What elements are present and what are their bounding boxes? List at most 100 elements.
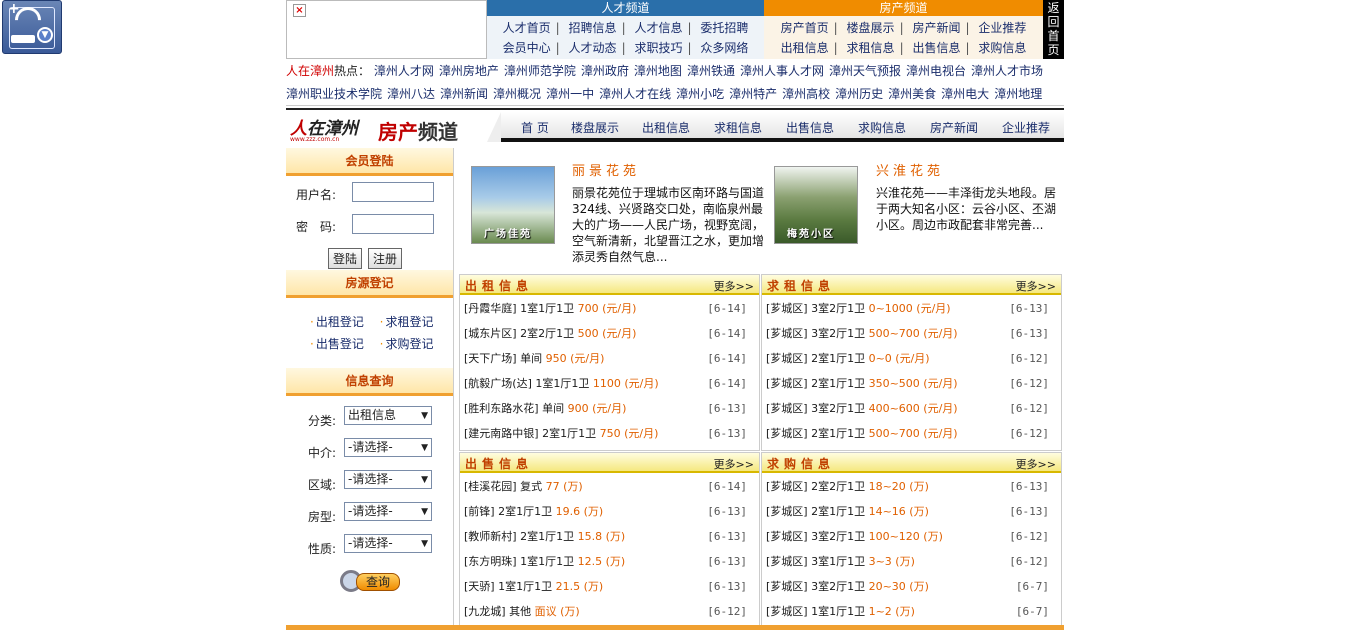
- featured-photo-2[interactable]: 梅苑小区: [774, 166, 858, 244]
- register-buy-wanted-link[interactable]: 求购登记: [386, 337, 434, 351]
- listing-title[interactable]: [芗城区] 3室2厅1卫: [766, 402, 865, 415]
- password-input[interactable]: [352, 214, 434, 234]
- featured-photo-1[interactable]: 广场佳苑: [471, 166, 555, 244]
- hot-link[interactable]: 漳州房地产: [439, 64, 499, 78]
- listing-text[interactable]: [丹霞华庭] 1室1厅1卫 700 (元/月): [464, 296, 636, 321]
- username-input[interactable]: [352, 182, 434, 202]
- hot-link[interactable]: 漳州新闻: [440, 87, 488, 101]
- listing-row[interactable]: [芗城区] 3室2厅1卫 400~600 (元/月) [6-12]: [762, 396, 1061, 421]
- listing-title[interactable]: [芗城区] 2室1厅1卫: [766, 352, 865, 365]
- listing-text[interactable]: [东方明珠] 1室1厅1卫 12.5 (万): [464, 549, 625, 574]
- nav-tab-showcase[interactable]: 楼盘展示: [571, 119, 619, 136]
- listing-text[interactable]: [九龙城] 其他 面议 (万): [464, 599, 580, 624]
- estate-link-news[interactable]: 房产新闻: [912, 21, 960, 35]
- listing-text[interactable]: [芗城区] 3室2厅1卫 500~700 (元/月): [766, 321, 958, 346]
- estate-link-rent-out[interactable]: 出租信息: [781, 41, 829, 55]
- broken-image-icon[interactable]: ×: [293, 4, 306, 17]
- hot-link[interactable]: 漳州铁通: [687, 64, 735, 78]
- hot-link[interactable]: 漳州小吃: [676, 87, 724, 101]
- register-rent-wanted-link[interactable]: 求租登记: [386, 315, 434, 329]
- listing-text[interactable]: [芗城区] 3室2厅1卫 20~30 (万): [766, 574, 929, 599]
- listing-title[interactable]: [建元南路中银] 2室1厅1卫: [464, 427, 596, 440]
- featured-title-2[interactable]: 兴淮花苑: [876, 160, 944, 179]
- listing-title[interactable]: [丹霞华庭] 1室1厅1卫: [464, 302, 574, 315]
- listing-row[interactable]: [芗城区] 2室1厅1卫 500~700 (元/月) [6-12]: [762, 421, 1061, 446]
- listing-row[interactable]: [芗城区] 2室1厅1卫 350~500 (元/月) [6-12]: [762, 371, 1061, 396]
- agency-select[interactable]: -请选择- ▼: [344, 438, 432, 457]
- hot-link[interactable]: 漳州人才在线: [599, 87, 671, 101]
- nav-tab-companies[interactable]: 企业推荐: [1002, 119, 1050, 136]
- listing-row[interactable]: [胜利东路水花] 单间 900 (元/月) [6-13]: [460, 396, 759, 421]
- listing-text[interactable]: [芗城区] 2室1厅1卫 350~500 (元/月): [766, 371, 958, 396]
- listing-title[interactable]: [芗城区] 1室1厅1卫: [766, 605, 865, 618]
- room-type-select[interactable]: -请选择- ▼: [344, 502, 432, 521]
- more-link[interactable]: 更多>>: [1016, 456, 1056, 472]
- listing-title[interactable]: [航毅广场(达] 1室1厅1卫: [464, 377, 589, 390]
- listing-text[interactable]: [芗城区] 1室1厅1卫 1~2 (万): [766, 599, 915, 624]
- hot-link[interactable]: 漳州地理: [994, 87, 1042, 101]
- hot-link[interactable]: 漳州职业技术学院: [286, 87, 382, 101]
- listing-text[interactable]: [胜利东路水花] 单间 900 (元/月): [464, 396, 626, 421]
- listing-title[interactable]: [芗城区] 3室2厅1卫: [766, 530, 865, 543]
- login-button[interactable]: 登陆: [328, 248, 363, 269]
- hot-link[interactable]: 漳州高校: [782, 87, 830, 101]
- listing-title[interactable]: [芗城区] 3室2厅1卫: [766, 327, 865, 340]
- nav-tab-rent-wanted[interactable]: 求租信息: [714, 119, 762, 136]
- listing-title[interactable]: [教师新村] 2室1厅1卫: [464, 530, 574, 543]
- listing-text[interactable]: [芗城区] 3室1厅1卫 3~3 (万): [766, 549, 915, 574]
- listing-text[interactable]: [前锋] 2室1厅1卫 19.6 (万): [464, 499, 603, 524]
- more-link[interactable]: 更多>>: [1016, 278, 1056, 294]
- listing-text[interactable]: [桂溪花园] 复式 77 (万): [464, 474, 583, 499]
- hot-link[interactable]: 漳州电大: [941, 87, 989, 101]
- listing-title[interactable]: [九龙城] 其他: [464, 605, 531, 618]
- talent-link-home[interactable]: 人才首页: [503, 21, 551, 35]
- register-button[interactable]: 注册: [368, 248, 403, 269]
- listing-row[interactable]: [建元南路中银] 2室1厅1卫 750 (元/月) [6-13]: [460, 421, 759, 446]
- more-link[interactable]: 更多>>: [714, 456, 754, 472]
- nav-tab-news[interactable]: 房产新闻: [930, 119, 978, 136]
- listing-text[interactable]: [航毅广场(达] 1室1厅1卫 1100 (元/月): [464, 371, 659, 396]
- listing-row[interactable]: [城东片区] 2室2厅1卫 500 (元/月) [6-14]: [460, 321, 759, 346]
- nature-select[interactable]: -请选择- ▼: [344, 534, 432, 553]
- hot-link[interactable]: 漳州电视台: [906, 64, 966, 78]
- hot-link[interactable]: 漳州师范学院: [504, 64, 576, 78]
- listing-text[interactable]: [芗城区] 2室2厅1卫 18~20 (万): [766, 474, 929, 499]
- estate-link-sale[interactable]: 出售信息: [912, 41, 960, 55]
- hot-link[interactable]: 漳州天气预报: [829, 64, 901, 78]
- district-select[interactable]: -请选择- ▼: [344, 470, 432, 489]
- listing-text[interactable]: [芗城区] 2室1厅1卫 0~0 (元/月): [766, 346, 930, 371]
- hot-link[interactable]: 漳州人才市场: [971, 64, 1043, 78]
- listing-row[interactable]: [芗城区] 3室2厅1卫 0~1000 (元/月) [6-13]: [762, 296, 1061, 321]
- hot-link[interactable]: 漳州特产: [729, 87, 777, 101]
- query-button[interactable]: 查询: [340, 570, 402, 592]
- listing-text[interactable]: [天骄] 1室1厅1卫 21.5 (万): [464, 574, 603, 599]
- listing-title[interactable]: [桂溪花园] 复式: [464, 480, 542, 493]
- listing-title[interactable]: [芗城区] 2室1厅1卫: [766, 377, 865, 390]
- listing-row[interactable]: [教师新村] 2室1厅1卫 15.8 (万) [6-13]: [460, 524, 759, 549]
- listing-row[interactable]: [芗城区] 3室2厅1卫 100~120 (万) [6-12]: [762, 524, 1061, 549]
- talent-link-network[interactable]: 众多网络: [700, 41, 748, 55]
- listing-row[interactable]: [九龙城] 其他 面议 (万) [6-12]: [460, 599, 759, 624]
- listing-text[interactable]: [建元南路中银] 2室1厅1卫 750 (元/月): [464, 421, 658, 446]
- listing-title[interactable]: [芗城区] 3室1厅1卫: [766, 555, 865, 568]
- listing-title[interactable]: [芗城区] 2室1厅1卫: [766, 505, 865, 518]
- listing-text[interactable]: [芗城区] 3室2厅1卫 100~120 (万): [766, 524, 943, 549]
- listing-row[interactable]: [桂溪花园] 复式 77 (万) [6-14]: [460, 474, 759, 499]
- listing-title[interactable]: [天下广场] 单间: [464, 352, 542, 365]
- estate-link-showcase[interactable]: 楼盘展示: [847, 21, 895, 35]
- listing-title[interactable]: [前锋] 2室1厅1卫: [464, 505, 552, 518]
- category-select[interactable]: 出租信息 ▼: [344, 406, 432, 425]
- listing-title[interactable]: [芗城区] 2室2厅1卫: [766, 480, 865, 493]
- listing-text[interactable]: [芗城区] 2室1厅1卫 14~16 (万): [766, 499, 929, 524]
- listing-row[interactable]: [芗城区] 2室1厅1卫 14~16 (万) [6-13]: [762, 499, 1061, 524]
- nav-tab-sale[interactable]: 出售信息: [786, 119, 834, 136]
- listing-title[interactable]: [东方明珠] 1室1厅1卫: [464, 555, 574, 568]
- listing-title[interactable]: [城东片区] 2室2厅1卫: [464, 327, 574, 340]
- listing-row[interactable]: [芗城区] 3室1厅1卫 3~3 (万) [6-12]: [762, 549, 1061, 574]
- hot-link[interactable]: 漳州美食: [888, 87, 936, 101]
- listing-row[interactable]: [前锋] 2室1厅1卫 19.6 (万) [6-13]: [460, 499, 759, 524]
- listing-text[interactable]: [芗城区] 3室2厅1卫 400~600 (元/月): [766, 396, 958, 421]
- register-sale-link[interactable]: 出售登记: [316, 337, 364, 351]
- talent-link-talents[interactable]: 人才信息: [634, 21, 682, 35]
- listing-text[interactable]: [芗城区] 3室2厅1卫 0~1000 (元/月): [766, 296, 951, 321]
